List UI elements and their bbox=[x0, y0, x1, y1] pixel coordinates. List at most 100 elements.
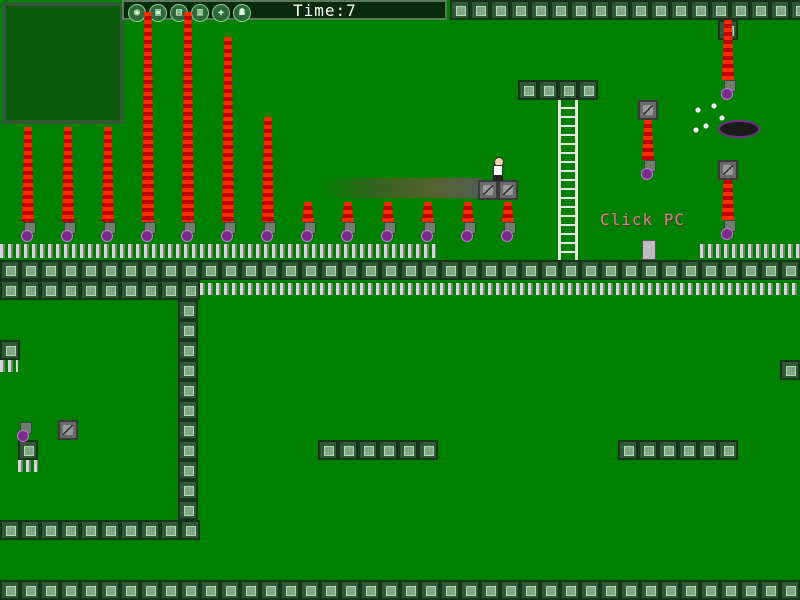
turret-orb bbox=[341, 230, 353, 242]
wall-tile bbox=[780, 360, 800, 380]
turret[interactable] bbox=[220, 222, 236, 242]
wall-tile bbox=[178, 320, 198, 340]
wall-tile bbox=[178, 360, 198, 380]
wall-tile bbox=[500, 580, 520, 600]
wall-tile bbox=[440, 580, 460, 600]
turret-orb bbox=[501, 230, 513, 242]
wall-tile bbox=[630, 0, 650, 20]
wall-tile bbox=[40, 580, 60, 600]
crate[interactable] bbox=[478, 180, 498, 200]
wall-tile bbox=[100, 520, 120, 540]
pc-terminal[interactable] bbox=[642, 240, 656, 260]
turret[interactable] bbox=[640, 160, 656, 180]
turret[interactable] bbox=[20, 222, 36, 242]
laser-beam bbox=[102, 127, 114, 222]
wall-tile bbox=[320, 260, 340, 280]
wall-tile bbox=[700, 580, 720, 600]
wall-tile bbox=[60, 280, 80, 300]
wall-tile bbox=[140, 520, 160, 540]
device-icon[interactable]: ▣ bbox=[149, 4, 167, 22]
turret[interactable] bbox=[500, 222, 516, 242]
enemy-icon[interactable]: ☗ bbox=[233, 4, 251, 22]
wall-tile bbox=[380, 260, 400, 280]
wall-tile bbox=[60, 520, 80, 540]
wall-tile bbox=[620, 580, 640, 600]
wall-tile bbox=[160, 520, 180, 540]
turret[interactable] bbox=[180, 222, 196, 242]
wall-tile bbox=[120, 520, 140, 540]
wall-tile bbox=[320, 580, 340, 600]
wall-tile bbox=[538, 80, 558, 100]
wall-tile bbox=[720, 580, 740, 600]
bolt-icon[interactable]: ✚ bbox=[212, 4, 230, 22]
spike-row bbox=[700, 244, 800, 258]
wall-tile bbox=[730, 0, 750, 20]
wall-tile bbox=[100, 260, 120, 280]
crate[interactable] bbox=[498, 180, 518, 200]
wall-tile bbox=[640, 580, 660, 600]
wall-tile bbox=[440, 260, 460, 280]
wall-tile bbox=[698, 440, 718, 460]
turret[interactable] bbox=[260, 222, 276, 242]
turret[interactable] bbox=[380, 222, 396, 242]
wall-tile bbox=[718, 440, 738, 460]
hud-bar: ◉ ▣ ▤ ▥ ✚ ☗ bbox=[122, 0, 447, 22]
wall-tile bbox=[420, 260, 440, 280]
wall-tile bbox=[660, 580, 680, 600]
wall-tile bbox=[750, 0, 770, 20]
wall-tile bbox=[178, 480, 198, 500]
laser-beam bbox=[262, 117, 274, 222]
turret[interactable] bbox=[140, 222, 156, 242]
wall-tile bbox=[658, 440, 678, 460]
turret[interactable] bbox=[340, 222, 356, 242]
wall-tile bbox=[540, 260, 560, 280]
wall-tile bbox=[0, 280, 20, 300]
turret[interactable] bbox=[100, 222, 116, 242]
turret[interactable] bbox=[460, 222, 476, 242]
turret[interactable] bbox=[16, 422, 32, 442]
wall-tile bbox=[178, 400, 198, 420]
wall-tile bbox=[178, 420, 198, 440]
wall-tile bbox=[600, 260, 620, 280]
wall-tile bbox=[178, 340, 198, 360]
ladder[interactable] bbox=[558, 100, 578, 260]
turret[interactable] bbox=[60, 222, 76, 242]
crate[interactable] bbox=[58, 420, 78, 440]
turret[interactable] bbox=[720, 220, 736, 240]
crate[interactable] bbox=[638, 100, 658, 120]
ufo-enemy[interactable] bbox=[718, 120, 760, 138]
turret[interactable] bbox=[720, 80, 736, 100]
turret-orb bbox=[261, 230, 273, 242]
laser-beam bbox=[222, 37, 234, 222]
turret-orb bbox=[17, 430, 29, 442]
game-stage[interactable]: ◉ ▣ ▤ ▥ ✚ ☗ Time:7 Click PC bbox=[0, 0, 800, 600]
wall-tile bbox=[510, 0, 530, 20]
turret[interactable] bbox=[300, 222, 316, 242]
crate[interactable] bbox=[718, 160, 738, 180]
wall-tile bbox=[20, 520, 40, 540]
wall-tile bbox=[490, 0, 510, 20]
spike-row bbox=[0, 244, 436, 258]
battery-icon[interactable]: ▥ bbox=[191, 4, 209, 22]
wall-tile bbox=[540, 580, 560, 600]
wall-tile bbox=[300, 580, 320, 600]
wall-tile bbox=[178, 460, 198, 480]
wall-tile bbox=[180, 580, 200, 600]
wall-tile bbox=[500, 260, 520, 280]
circle-icon[interactable]: ◉ bbox=[128, 4, 146, 22]
player[interactable] bbox=[490, 157, 504, 181]
wall-tile bbox=[120, 260, 140, 280]
turret[interactable] bbox=[420, 222, 436, 242]
wall-tile bbox=[280, 260, 300, 280]
wall-tile bbox=[470, 0, 490, 20]
spike-row bbox=[0, 360, 18, 372]
wall-tile bbox=[140, 280, 160, 300]
wall-tile bbox=[180, 520, 200, 540]
wall-tile bbox=[700, 260, 720, 280]
wall-tile bbox=[480, 260, 500, 280]
timer-label: Time: bbox=[293, 1, 347, 20]
wall-tile bbox=[740, 260, 760, 280]
wall-tile bbox=[178, 440, 198, 460]
wall-tile bbox=[60, 260, 80, 280]
wall-tile bbox=[178, 500, 198, 520]
